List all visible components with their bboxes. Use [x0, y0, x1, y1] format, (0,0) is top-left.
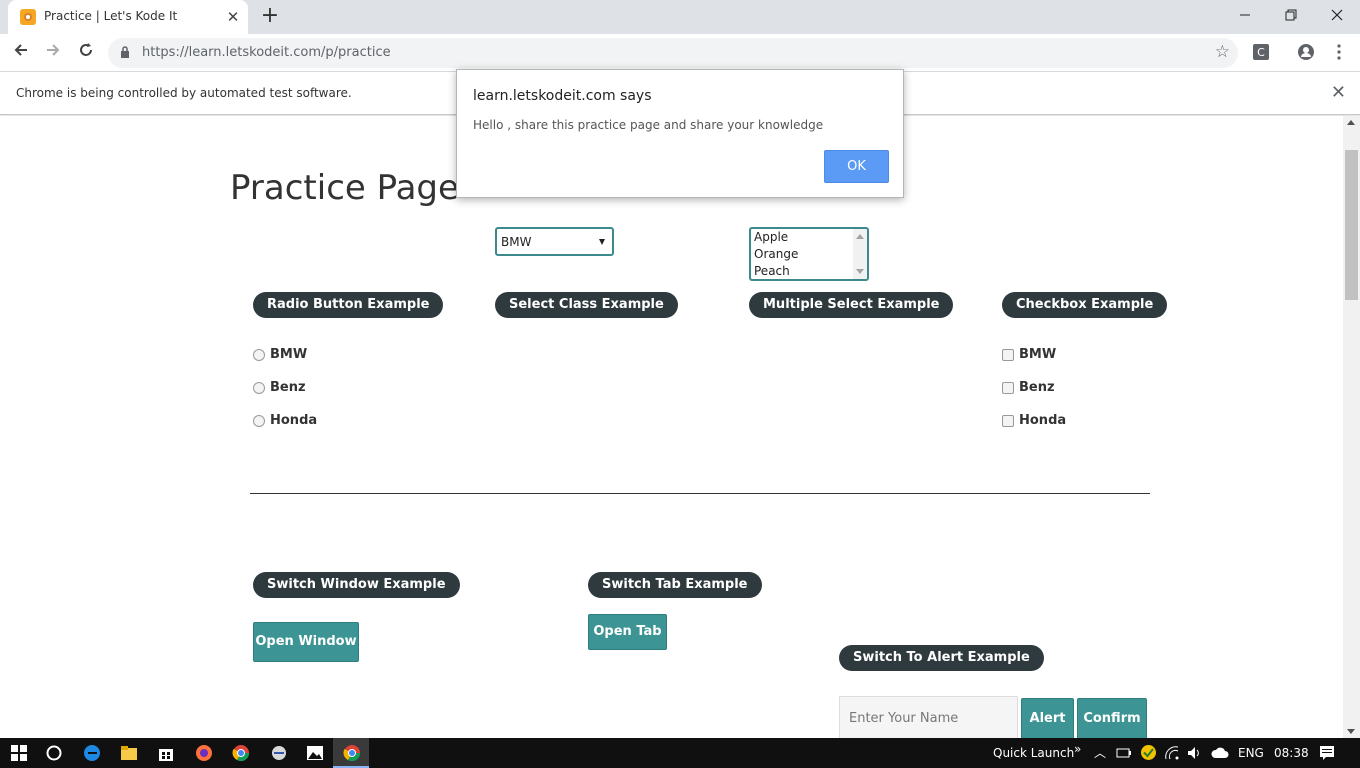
tab-strip: Practice | Let's Kode It ✕ +	[0, 0, 1360, 34]
new-tab-button[interactable]: +	[258, 5, 282, 29]
radio-label: BMW	[270, 347, 308, 362]
svg-text:C: C	[1257, 46, 1265, 59]
clock[interactable]: 08:38	[1274, 746, 1309, 760]
radio-label: Benz	[270, 380, 306, 395]
checkbox[interactable]	[1002, 382, 1014, 394]
checkbox-section-title: Checkbox Example	[1002, 292, 1168, 318]
volume-icon[interactable]	[1186, 745, 1202, 761]
radio-button[interactable]	[253, 382, 265, 394]
photos-icon[interactable]	[306, 744, 324, 762]
name-input[interactable]: Enter Your Name	[839, 696, 1018, 738]
dropdown-arrow-icon	[599, 239, 605, 245]
profile-icon[interactable]	[1297, 43, 1315, 61]
extension-icon[interactable]: C	[1252, 43, 1270, 61]
infobar-close-icon[interactable]: ✕	[1331, 82, 1346, 103]
page-content: Practice Page Radio Button Example BMW B…	[0, 116, 1343, 738]
lock-icon	[121, 46, 129, 58]
radio-button[interactable]	[253, 349, 265, 361]
multi-option-peach[interactable]: Peach	[754, 264, 790, 278]
checkbox-label: Benz	[1019, 380, 1055, 395]
edge-browser-icon[interactable]	[83, 744, 101, 762]
reload-button[interactable]	[73, 40, 99, 66]
page-scrollbar[interactable]	[1343, 116, 1360, 738]
onedrive-cloud-icon[interactable]	[1211, 745, 1229, 761]
notification-center-icon[interactable]	[1319, 745, 1335, 761]
forward-button[interactable]	[40, 40, 66, 66]
windows-start-icon[interactable]	[10, 744, 28, 762]
firefox-icon[interactable]	[195, 744, 213, 762]
alert-dialog: learn.letskodeit.com says Hello , share …	[456, 69, 904, 198]
restore-button[interactable]	[1268, 2, 1314, 30]
url-text: https://learn.letskodeit.com/p/practice	[142, 45, 391, 60]
store-icon[interactable]	[157, 744, 175, 762]
switch-tab-section-title: Switch Tab Example	[588, 572, 762, 598]
address-bar[interactable]: https://learn.letskodeit.com/p/practice …	[108, 38, 1238, 68]
quick-launch-label[interactable]: Quick Launch	[993, 746, 1074, 760]
open-window-button[interactable]: Open Window	[253, 622, 359, 662]
name-input-placeholder: Enter Your Name	[849, 711, 959, 726]
minimize-icon	[1240, 14, 1250, 16]
page-title: Practice Page	[230, 168, 459, 208]
back-button[interactable]	[8, 40, 34, 66]
app-icon[interactable]	[270, 744, 288, 762]
file-explorer-icon[interactable]	[120, 744, 138, 762]
minimize-button[interactable]	[1222, 2, 1268, 30]
scroll-down-icon[interactable]	[856, 269, 864, 274]
scroll-up-icon[interactable]	[856, 234, 864, 239]
scroll-down-icon[interactable]	[1347, 729, 1355, 734]
fruit-multi-select[interactable]: Apple Orange Peach	[749, 227, 869, 281]
browser-tab[interactable]: Practice | Let's Kode It ✕	[8, 0, 248, 34]
select-section-title: Select Class Example	[495, 292, 678, 318]
dialog-ok-button[interactable]: OK	[824, 150, 889, 183]
radio-button[interactable]	[253, 415, 265, 427]
switch-alert-section-title: Switch To Alert Example	[839, 645, 1044, 671]
radio-label: Honda	[270, 413, 318, 428]
language-indicator[interactable]: ENG	[1238, 746, 1264, 760]
radio-section-title: Radio Button Example	[253, 292, 444, 318]
chevron-right-icon[interactable]: »	[1074, 742, 1081, 756]
multi-option-orange[interactable]: Orange	[754, 247, 798, 261]
chrome-active-icon[interactable]	[343, 744, 361, 762]
multi-select-scrollbar[interactable]	[853, 229, 867, 279]
confirm-button[interactable]: Confirm	[1077, 698, 1147, 738]
wifi-icon[interactable]	[1164, 745, 1180, 761]
alert-button[interactable]: Alert	[1021, 698, 1074, 738]
reload-icon	[80, 43, 92, 56]
forward-arrow-icon	[47, 44, 60, 56]
dialog-title: learn.letskodeit.com says	[473, 88, 652, 104]
chrome-icon[interactable]	[232, 744, 250, 762]
browser-toolbar: https://learn.letskodeit.com/p/practice …	[0, 34, 1360, 72]
scrollbar-thumb[interactable]	[1345, 150, 1358, 300]
multi-select-section-title: Multiple Select Example	[749, 292, 954, 318]
tab-title: Practice | Let's Kode It	[44, 9, 178, 23]
multi-option-apple[interactable]: Apple	[754, 230, 788, 244]
security-shield-icon[interactable]	[1140, 744, 1157, 761]
car-select-dropdown[interactable]: BMW	[495, 227, 614, 256]
search-icon[interactable]	[45, 744, 63, 762]
open-tab-button[interactable]: Open Tab	[588, 614, 667, 650]
windows-taskbar: Quick Launch » ︿ ENG 08:38	[0, 738, 1360, 768]
checkbox[interactable]	[1002, 349, 1014, 361]
battery-icon[interactable]	[1116, 745, 1132, 761]
close-icon	[1331, 9, 1343, 21]
checkbox-label: Honda	[1019, 413, 1067, 428]
menu-kebab-icon[interactable]	[1330, 43, 1348, 61]
bookmark-star-icon[interactable]: ☆	[1215, 42, 1230, 62]
dialog-message: Hello , share this practice page and sha…	[473, 118, 824, 132]
checkbox-label: BMW	[1019, 347, 1057, 362]
restore-icon	[1285, 9, 1297, 21]
back-arrow-icon	[14, 44, 27, 56]
section-divider	[250, 493, 1150, 494]
site-favicon-icon	[20, 9, 36, 25]
tab-close-icon[interactable]: ✕	[224, 8, 242, 26]
switch-window-section-title: Switch Window Example	[253, 572, 460, 598]
chevron-up-icon[interactable]: ︿	[1094, 744, 1106, 761]
checkbox[interactable]	[1002, 415, 1014, 427]
infobar-message: Chrome is being controlled by automated …	[16, 86, 352, 100]
scroll-up-icon[interactable]	[1347, 120, 1355, 125]
selected-value: BMW	[501, 235, 532, 249]
window-close-button[interactable]	[1314, 2, 1360, 30]
